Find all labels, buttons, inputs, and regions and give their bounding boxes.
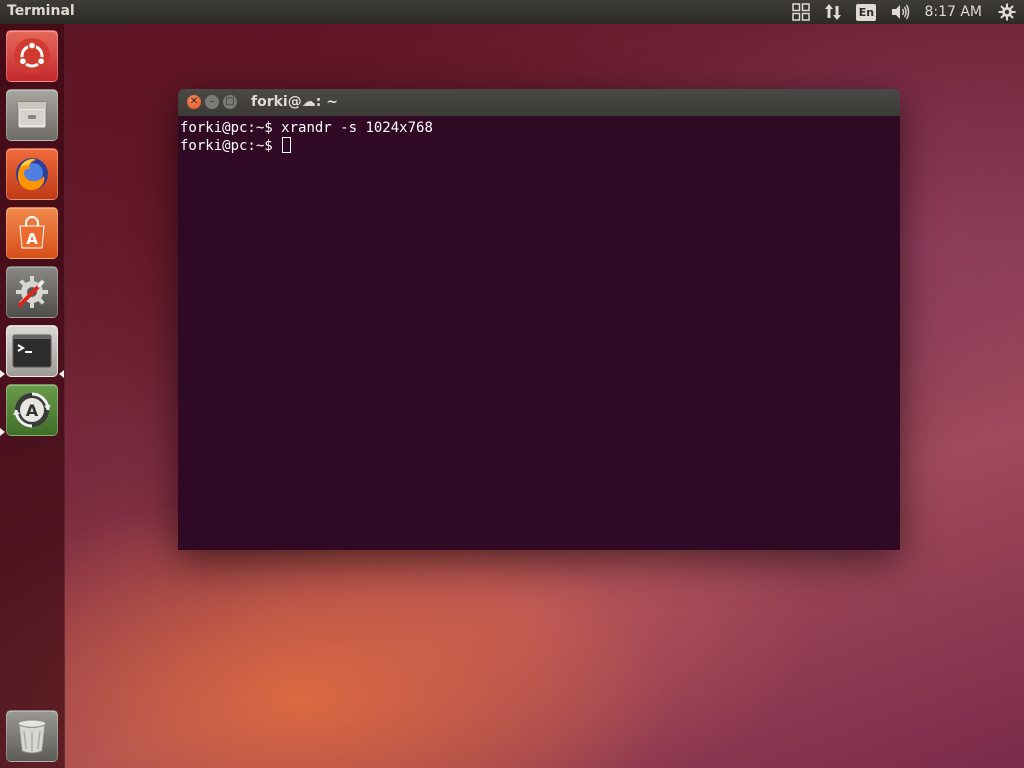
terminal-icon[interactable] — [6, 325, 58, 377]
close-button[interactable]: ✕ — [187, 95, 201, 109]
prompt: forki@pc:~$ — [180, 120, 282, 136]
clock-text: 8:17 AM — [924, 4, 982, 20]
terminal-body[interactable]: forki@pc:~$ xrandr -s 1024x768 forki@pc:… — [178, 116, 900, 550]
system-settings-icon[interactable] — [6, 266, 58, 318]
volume-icon[interactable] — [890, 0, 910, 24]
indicator-area: En 8:17 AM — [778, 0, 1024, 24]
launcher: A A — [0, 24, 65, 768]
language-badge: En — [856, 3, 877, 21]
minimize-icon: – — [209, 96, 215, 107]
updater-running-pip — [0, 428, 5, 436]
svg-text:A: A — [26, 401, 39, 420]
close-icon: ✕ — [189, 96, 199, 107]
software-updater-icon[interactable]: A — [6, 384, 58, 436]
text-cursor — [282, 137, 292, 153]
maximize-button[interactable]: □ — [223, 95, 237, 109]
files-icon[interactable] — [6, 89, 58, 141]
maximize-icon: □ — [225, 96, 235, 107]
software-center-icon[interactable]: A — [6, 207, 58, 259]
top-panel: Terminal En 8:17 AM — [0, 0, 1024, 24]
terminal-line: forki@pc:~$ xrandr -s 1024x768 — [180, 119, 898, 137]
terminal-running-pip — [0, 370, 5, 378]
terminal-active-pip — [59, 370, 64, 378]
firefox-icon[interactable] — [6, 148, 58, 200]
terminal-titlebar[interactable]: ✕ – □ forki@☁: ~ — [178, 89, 900, 116]
network-icon[interactable] — [824, 0, 842, 24]
workspaces-icon[interactable] — [792, 0, 811, 24]
prompt: forki@pc:~$ — [180, 138, 282, 154]
active-app-title: Terminal — [7, 3, 75, 19]
svg-text:A: A — [26, 230, 38, 248]
minimize-button[interactable]: – — [205, 95, 219, 109]
terminal-window: ✕ – □ forki@☁: ~ forki@pc:~$ xrandr -s 1… — [178, 89, 900, 550]
clock-indicator[interactable]: 8:17 AM — [924, 0, 982, 24]
command-text: xrandr -s 1024x768 — [281, 120, 433, 136]
trash-icon[interactable] — [6, 710, 58, 762]
ubuntu-dash-icon[interactable] — [6, 30, 58, 82]
terminal-line: forki@pc:~$ — [180, 137, 898, 155]
keyboard-language-icon[interactable]: En — [856, 0, 877, 24]
system-gear-icon[interactable] — [998, 0, 1016, 24]
terminal-title: forki@☁: ~ — [251, 94, 338, 110]
